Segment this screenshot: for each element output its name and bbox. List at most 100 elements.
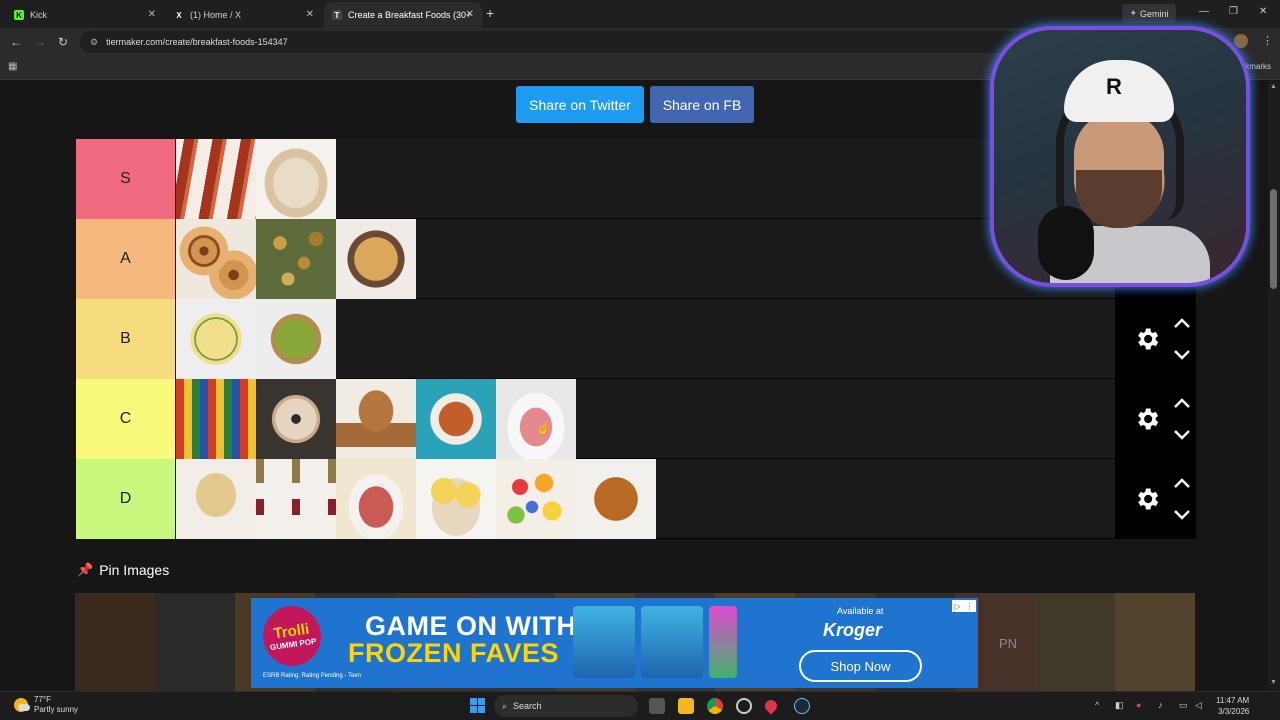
- file-explorer-icon[interactable]: [678, 698, 694, 714]
- share-facebook-button[interactable]: Share on FB: [650, 86, 754, 123]
- map-pin-app-icon[interactable]: [762, 697, 780, 715]
- chrome-icon[interactable]: [707, 698, 723, 714]
- task-view-icon[interactable]: [649, 698, 665, 714]
- tray-app-icon[interactable]: ◧: [1115, 700, 1124, 711]
- weather-icon: [14, 698, 30, 712]
- mic-icon[interactable]: ♪: [1158, 700, 1163, 710]
- windows-taskbar: 77°F Partly sunny ⌕ Search ^ ◧ ● ♪ ▭ ◁ 1…: [0, 691, 1280, 720]
- chevron-up-icon[interactable]: [1173, 397, 1191, 409]
- tier-label[interactable]: B: [76, 299, 175, 379]
- food-tile-home-fries[interactable]: [256, 219, 336, 299]
- chevron-down-icon[interactable]: [1173, 509, 1191, 521]
- tab-bar: K Kick ✕ X (1) Home / X ✕ T Create a Bre…: [0, 0, 1280, 28]
- back-icon[interactable]: ←: [10, 35, 22, 49]
- trolli-logo: Trolli GUMMI POP: [259, 602, 325, 670]
- weather-widget[interactable]: 77°F Partly sunny: [14, 695, 78, 715]
- scroll-up-icon[interactable]: ▲: [1270, 83, 1277, 90]
- page-scrollbar[interactable]: ▲ ▼: [1268, 81, 1280, 691]
- tab-tiermaker[interactable]: T Create a Breakfast Foods (30+ ✕: [324, 2, 482, 28]
- tab-x[interactable]: X (1) Home / X ✕: [166, 2, 322, 28]
- tier-row-c: C ☝: [75, 379, 1196, 459]
- new-tab-button[interactable]: +: [486, 5, 494, 21]
- scrollbar-thumb[interactable]: [1270, 189, 1277, 289]
- food-tile-cinnamon-rolls[interactable]: [176, 219, 256, 299]
- chevron-down-icon[interactable]: [1173, 349, 1191, 361]
- close-icon[interactable]: ✕: [306, 9, 314, 20]
- share-twitter-button[interactable]: Share on Twitter: [516, 86, 644, 123]
- food-tile-spam[interactable]: [336, 459, 416, 539]
- microphone: [1038, 206, 1094, 280]
- tier-label[interactable]: A: [76, 219, 175, 299]
- chevron-up-icon[interactable]: [1173, 477, 1191, 489]
- food-tile-fruit-salad[interactable]: [496, 459, 576, 539]
- steam-icon[interactable]: [794, 698, 810, 714]
- system-clock[interactable]: 11:47 AM 3/3/2026: [1216, 695, 1249, 717]
- chevron-up-icon[interactable]: [1173, 317, 1191, 329]
- windows-start-icon[interactable]: [470, 698, 485, 713]
- tier-items: [176, 219, 416, 299]
- obs-icon[interactable]: [736, 698, 752, 714]
- food-tile-baked-beans[interactable]: [576, 459, 656, 539]
- tray-overflow-icon[interactable]: ^: [1095, 700, 1099, 710]
- pool-tile[interactable]: [155, 593, 235, 691]
- x-icon: X: [176, 10, 182, 20]
- food-tile-hash-browns[interactable]: [336, 219, 416, 299]
- close-icon[interactable]: ✕: [466, 9, 474, 20]
- tier-row-b: B: [75, 299, 1196, 379]
- ad-banner[interactable]: Trolli GUMMI POP GAME ON WITH FROZEN FAV…: [251, 598, 978, 688]
- taskbar-search[interactable]: ⌕ Search: [494, 695, 638, 717]
- tray-app-icon[interactable]: ●: [1136, 700, 1141, 710]
- tier-label[interactable]: C: [76, 379, 175, 459]
- close-icon[interactable]: ✕: [148, 9, 156, 20]
- minimize-icon[interactable]: —: [1199, 6, 1209, 17]
- adchoices-icon[interactable]: ▷ ⋮: [952, 600, 976, 612]
- kick-icon: K: [14, 10, 24, 20]
- shop-now-button[interactable]: Shop Now: [799, 650, 922, 682]
- food-tile-biscuits-gravy[interactable]: [256, 139, 336, 219]
- food-tile-eggs-benedict[interactable]: [416, 459, 496, 539]
- tab-kick[interactable]: K Kick ✕: [6, 2, 164, 28]
- window-close-icon[interactable]: ✕: [1259, 6, 1267, 17]
- forward-icon[interactable]: →: [34, 35, 46, 49]
- ad-fine-print: ESRB Rating: Rating Pending - Teen: [263, 673, 361, 679]
- food-tile-cereal[interactable]: [176, 379, 256, 459]
- webcam-overlay: R: [994, 30, 1246, 283]
- gear-icon[interactable]: [1133, 485, 1161, 513]
- menu-icon[interactable]: ⋮: [1262, 34, 1273, 47]
- tier-row-d: D: [75, 459, 1196, 539]
- food-tile-english-muffin[interactable]: [176, 459, 256, 539]
- pool-tile[interactable]: [75, 593, 155, 691]
- site-info-icon[interactable]: ⚙: [90, 37, 98, 48]
- product-box-image: [641, 606, 703, 678]
- food-tile-potato-pancakes[interactable]: [416, 379, 496, 459]
- tier-items: ☝: [176, 379, 576, 459]
- reload-icon[interactable]: ↻: [58, 35, 68, 49]
- network-icon[interactable]: ▭: [1179, 700, 1188, 711]
- clock-date: 3/3/2026: [1218, 707, 1250, 716]
- gear-icon[interactable]: [1133, 405, 1161, 433]
- pool-tile[interactable]: [1115, 593, 1195, 691]
- tier-items: [176, 139, 336, 219]
- food-tile-ham[interactable]: ☝: [496, 379, 576, 459]
- pin-images-toggle[interactable]: 📌 Pin Images: [77, 562, 169, 578]
- profile-avatar[interactable]: [1234, 34, 1248, 48]
- scroll-down-icon[interactable]: ▼: [1270, 679, 1277, 686]
- food-tile-parfait[interactable]: [256, 459, 336, 539]
- tier-label[interactable]: S: [76, 139, 175, 219]
- food-tile-avocado-toast[interactable]: [256, 299, 336, 379]
- pin-images-label: Pin Images: [99, 562, 170, 578]
- gear-icon[interactable]: [1133, 325, 1161, 353]
- chevron-down-icon[interactable]: [1173, 429, 1191, 441]
- ad-headline-2: FROZEN FAVES: [348, 638, 560, 668]
- food-tile-bagel[interactable]: [256, 379, 336, 459]
- volume-icon[interactable]: ◁: [1195, 700, 1202, 711]
- food-tile-omelette[interactable]: [176, 299, 256, 379]
- food-tile-bacon[interactable]: [176, 139, 256, 219]
- weather-desc: Partly sunny: [34, 705, 79, 714]
- apps-grid-icon[interactable]: ▦: [8, 61, 17, 72]
- pool-tile[interactable]: [1035, 593, 1115, 691]
- food-tile-muffin[interactable]: [336, 379, 416, 459]
- maximize-icon[interactable]: ❐: [1229, 6, 1238, 17]
- gemini-button[interactable]: ✦ Gemini: [1122, 4, 1176, 23]
- tier-label[interactable]: D: [76, 459, 175, 539]
